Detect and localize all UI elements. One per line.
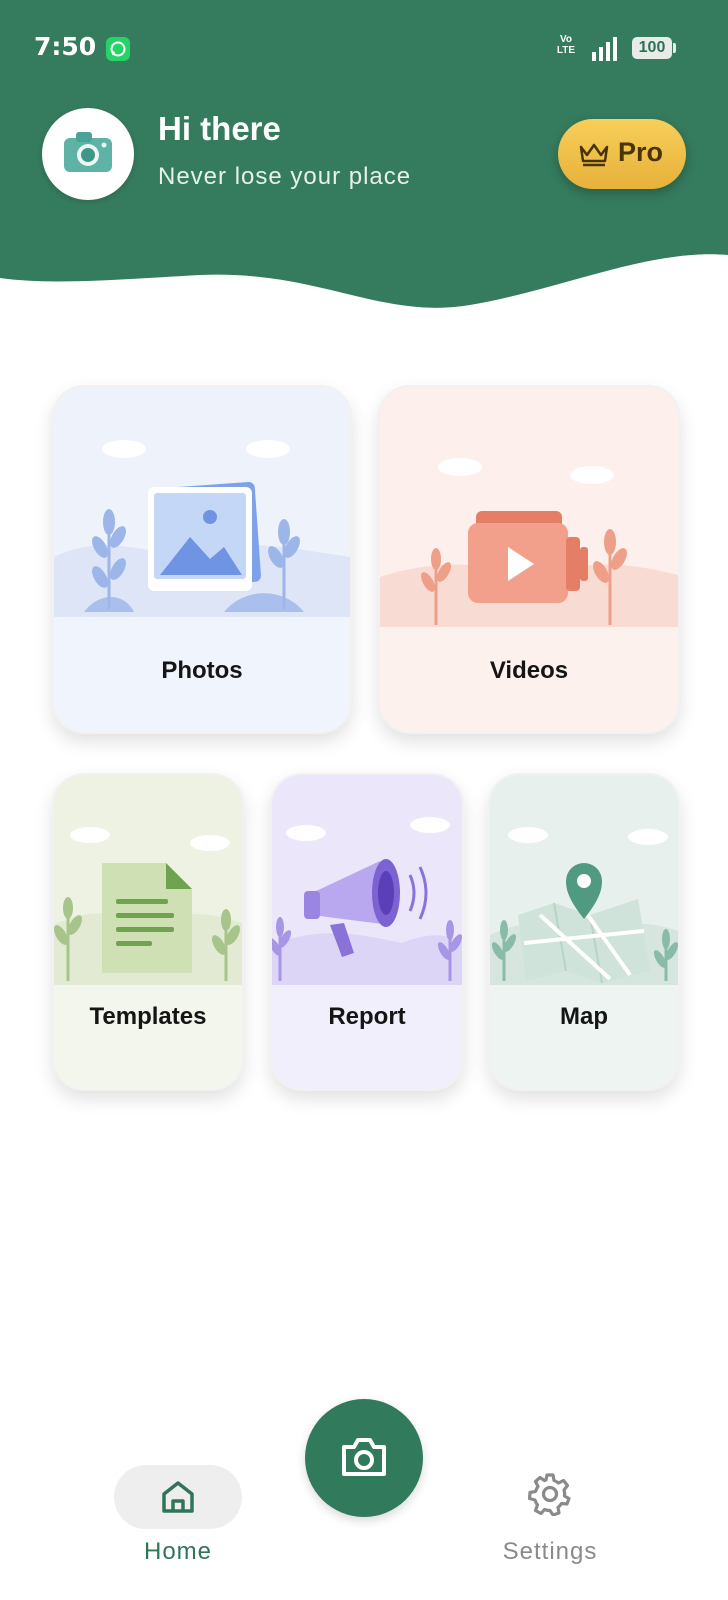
camera-button[interactable] xyxy=(305,1399,423,1517)
videos-illustration xyxy=(380,387,678,647)
report-illustration xyxy=(272,775,462,995)
gear-icon[interactable] xyxy=(528,1472,572,1516)
videos-card[interactable]: Videos xyxy=(378,385,680,734)
avatar[interactable] xyxy=(42,108,134,200)
crown-icon xyxy=(579,143,609,167)
nav-home-button[interactable] xyxy=(114,1465,242,1529)
templates-label: Templates xyxy=(89,1003,207,1030)
report-label: Report xyxy=(328,1003,406,1030)
report-card[interactable]: Report xyxy=(270,773,464,1091)
status-bar: 7:50 Vo LTE 100 xyxy=(0,0,728,96)
battery-tip xyxy=(673,43,676,53)
battery-icon: 100 xyxy=(632,37,672,59)
photos-illustration xyxy=(54,387,350,647)
camera-icon xyxy=(342,1438,386,1476)
greeting-subtitle: Never lose your place xyxy=(158,163,412,190)
whatsapp-icon xyxy=(106,37,130,61)
camera-logo-icon xyxy=(64,132,112,172)
map-label: Map xyxy=(560,1003,608,1030)
home-icon xyxy=(162,1481,194,1513)
signal-icon xyxy=(592,37,617,61)
map-card[interactable]: Map xyxy=(488,773,680,1091)
templates-card[interactable]: Templates xyxy=(52,773,244,1091)
videos-label: Videos xyxy=(489,657,569,684)
pro-label: Pro xyxy=(618,137,664,167)
pro-button[interactable]: Pro xyxy=(558,119,686,189)
network-type: Vo LTE xyxy=(556,34,576,56)
map-illustration xyxy=(490,775,678,995)
photos-label: Photos xyxy=(161,657,243,684)
greeting-title: Hi there xyxy=(158,110,281,147)
photos-card[interactable]: Photos xyxy=(52,385,352,734)
templates-illustration xyxy=(54,775,242,995)
app-header: 7:50 Vo LTE 100 Hi there Never lose your… xyxy=(0,0,728,320)
status-time: 7:50 xyxy=(34,32,97,61)
nav-home-label: Home xyxy=(143,1538,213,1565)
nav-settings-label: Settings xyxy=(502,1538,598,1565)
